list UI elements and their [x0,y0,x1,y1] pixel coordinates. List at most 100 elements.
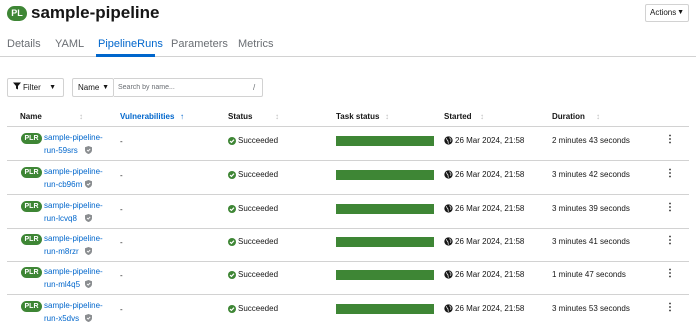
pipelinerun-name-line2: run-ml4q5 [44,280,81,289]
table-row: PLR sample-pipeline-run-cb96m - Succeeded 26… [7,161,689,195]
duration-value: 3 minutes 41 seconds [552,237,630,246]
task-status-bar[interactable] [336,170,434,180]
status-text: Succeeded [238,170,279,179]
pipelinerun-name-line2: run-m8rzr [44,247,79,256]
started-time: 26 Mar 2024, 21:58 [455,304,525,313]
kebab-icon[interactable]: ⋮ [665,134,675,146]
tab-metrics[interactable]: Metrics [238,37,273,51]
pipelinerun-name-line2: run-x5dvs [44,314,80,323]
pipelinerun-name-link[interactable]: sample-pipeline-run-cb96m [44,165,114,191]
sort-ascending-icon[interactable]: ↑ [180,112,184,122]
pipelinerun-name-link[interactable]: sample-pipeline-run-ml4q5 [44,265,114,291]
sort-icon[interactable]: ↕ [79,112,83,122]
pipelinerun-badge: PLR [21,301,42,312]
started-time: 26 Mar 2024, 21:58 [455,237,525,246]
table-row: PLR sample-pipeline-run-x5dvs - Succeeded 26… [7,295,689,329]
check-circle-icon [228,205,236,213]
column-header-duration[interactable]: Duration [552,112,585,122]
pipelinerun-name-link[interactable]: sample-pipeline-run-lcvq8 [44,199,114,225]
sort-icon[interactable]: ↕ [596,112,600,122]
task-status-bar[interactable] [336,270,434,280]
vulnerabilities-value: - [120,238,123,247]
check-circle-icon [228,238,236,246]
started-time: 26 Mar 2024, 21:58 [455,204,525,213]
column-header-started[interactable]: Started [444,112,472,122]
vulnerabilities-value: - [120,137,123,146]
kebab-icon[interactable]: ⋮ [665,235,675,247]
shield-icon [84,280,92,288]
globe-icon [444,237,453,246]
column-header-task-status[interactable]: Task status [336,112,379,122]
started-time: 26 Mar 2024, 21:58 [455,270,525,279]
status-text: Succeeded [238,237,279,246]
kebab-icon[interactable]: ⋮ [665,268,675,280]
task-status-bar[interactable] [336,304,434,314]
tab-details[interactable]: Details [7,37,41,51]
globe-icon [444,304,453,313]
pipelinerun-name-line2: run-lcvq8 [44,214,77,223]
kebab-icon[interactable]: ⋮ [665,302,675,314]
status-text: Succeeded [238,304,279,313]
tab-pipelineruns[interactable]: PipelineRuns [98,37,163,51]
caret-down-icon: ▼ [49,84,56,91]
kebab-icon[interactable]: ⋮ [665,168,675,180]
started-time: 26 Mar 2024, 21:58 [455,136,525,145]
table-row: PLR sample-pipeline-run-lcvq8- Succeeded 26… [7,195,689,229]
table-row: PLR sample-pipeline-run-m8rzr - Succeeded 26… [7,228,689,262]
pipelinerun-name-line2: run-cb96m [44,180,83,189]
vulnerabilities-value: - [120,171,123,180]
status-text: Succeeded [238,270,279,279]
globe-icon [444,270,453,279]
column-header-status[interactable]: Status [228,112,252,122]
status-text: Succeeded [238,204,279,213]
sort-icon[interactable]: ↕ [385,112,389,122]
pipelinerun-name-link[interactable]: sample-pipeline-run-m8rzr [44,232,114,258]
task-status-bar[interactable] [336,237,434,247]
globe-icon [444,204,453,213]
vulnerabilities-value: - [120,305,123,314]
pipelinerun-name-line1: sample-pipeline- [44,234,103,243]
check-circle-icon [228,171,236,179]
duration-value: 2 minutes 43 seconds [552,136,630,145]
pipelinerun-name-line2: run-59srs [44,146,78,155]
page-title: sample-pipeline [31,3,160,22]
check-circle-icon [228,305,236,313]
tab-bar: Details YAML PipelineRuns Parameters Met… [0,33,696,57]
filter-attribute-select[interactable]: Name ▼ [72,78,114,97]
globe-icon [444,170,453,179]
pipelinerun-name-link[interactable]: sample-pipeline-run-x5dvs [44,299,114,325]
pipelinerun-badge: PLR [21,201,42,212]
sort-icon[interactable]: ↕ [275,112,279,122]
column-header-vulnerabilities[interactable]: Vulnerabilities [120,112,174,122]
check-circle-icon [228,137,236,145]
pipelinerun-name-line1: sample-pipeline- [44,301,103,310]
pipelinerun-name-line1: sample-pipeline- [44,167,103,176]
kebab-icon[interactable]: ⋮ [665,202,675,214]
pipelinerun-name-line1: sample-pipeline- [44,201,103,210]
task-status-bar[interactable] [336,136,434,146]
actions-label: Actions [650,8,677,17]
status-text: Succeeded [238,136,279,145]
tab-parameters[interactable]: Parameters [171,37,228,51]
actions-button[interactable]: Actions ▼ [645,4,689,22]
sort-icon[interactable]: ↕ [480,112,484,122]
duration-value: 3 minutes 42 seconds [552,170,630,179]
shield-icon [84,180,92,188]
caret-down-icon: ▼ [102,84,109,91]
pipelinerun-badge: PLR [21,267,42,278]
check-circle-icon [228,271,236,279]
filter-button[interactable]: Filter ▼ [7,78,64,97]
tab-yaml[interactable]: YAML [55,37,84,51]
filter-icon [13,79,21,96]
task-status-bar[interactable] [336,204,434,214]
pipeline-badge: PL [7,6,27,21]
caret-down-icon: ▼ [677,9,684,16]
pipelinerun-name-line1: sample-pipeline- [44,267,103,276]
column-header-name[interactable]: Name [20,112,42,122]
pipelinerun-name-link[interactable]: sample-pipeline-run-59srs [44,131,114,157]
vulnerabilities-value: - [120,205,123,214]
search-input[interactable] [114,78,263,97]
started-time: 26 Mar 2024, 21:58 [455,170,525,179]
keyboard-shortcut-hint: / [253,83,256,92]
table-row: PLR sample-pipeline-run-59srs - Succeeded 26… [7,127,689,161]
